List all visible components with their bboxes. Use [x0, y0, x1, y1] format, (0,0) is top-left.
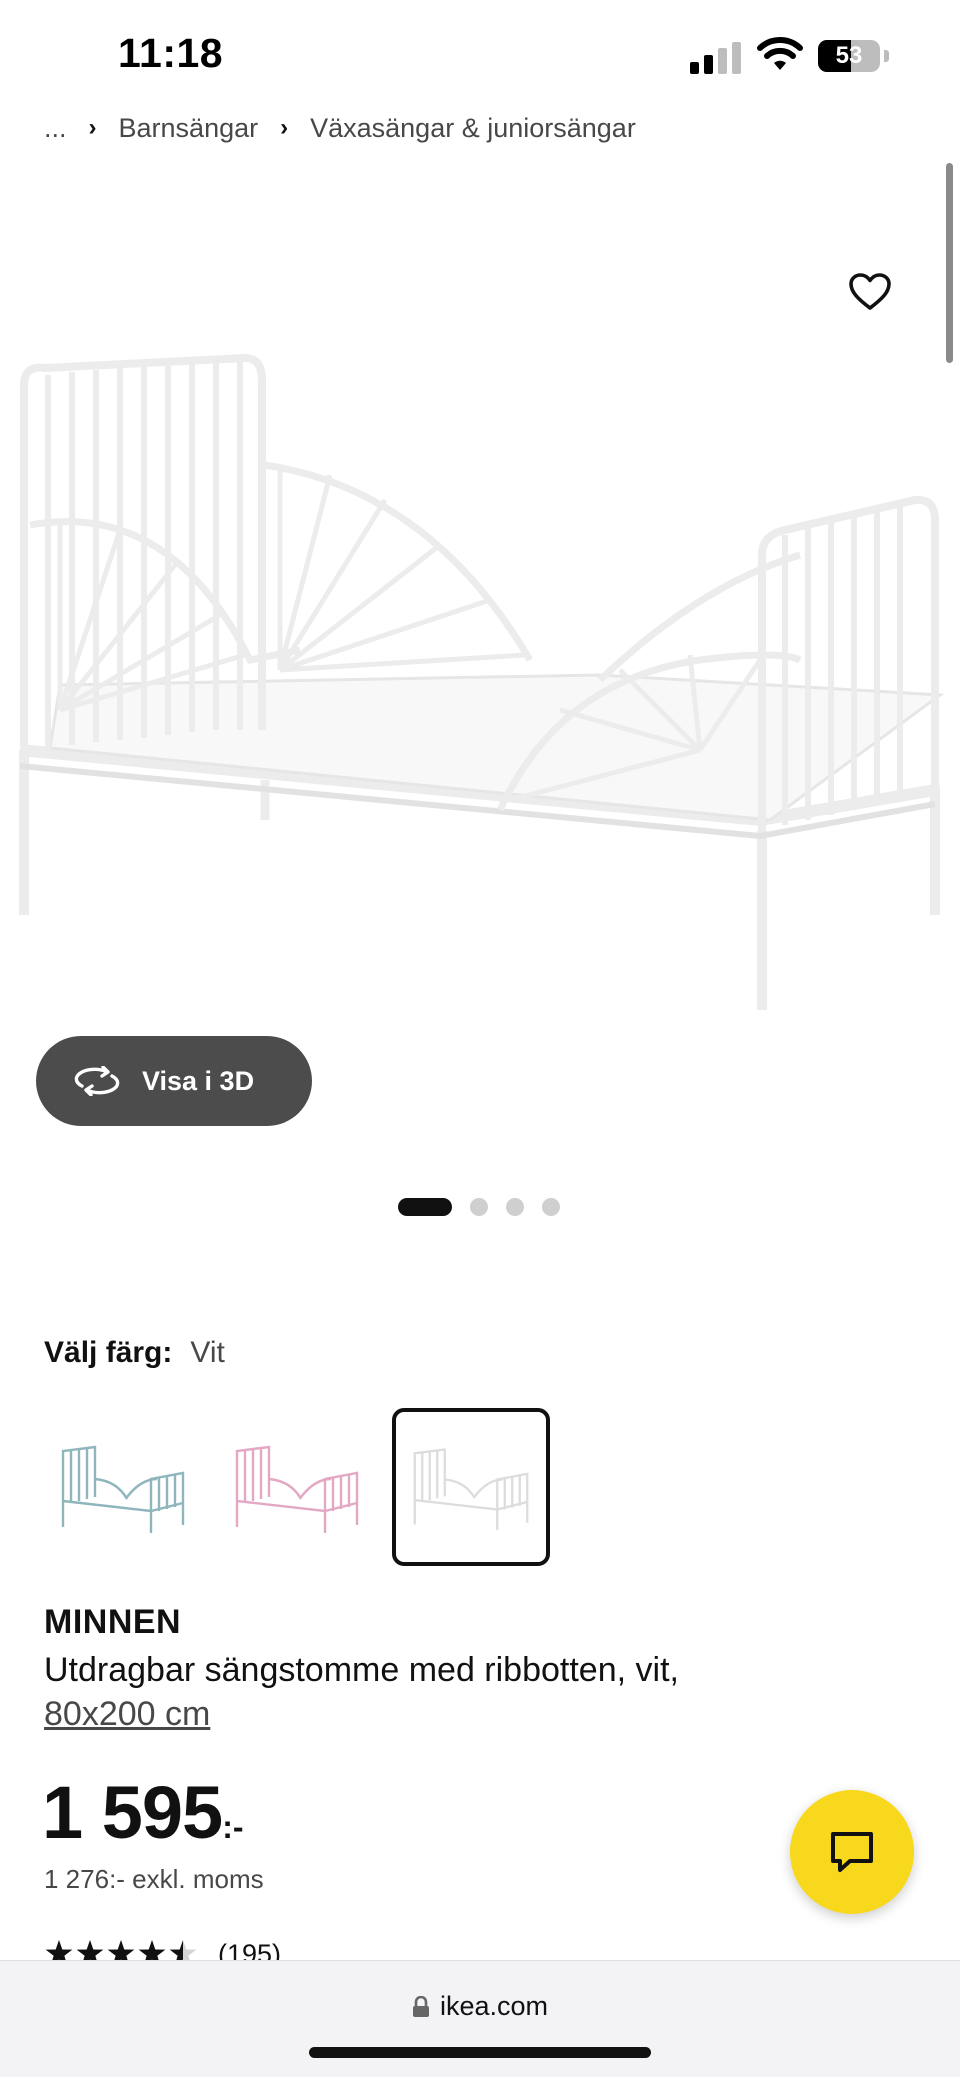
view-3d-button[interactable]: Visa i 3D: [36, 1036, 312, 1126]
carousel-dot-3[interactable]: [506, 1198, 524, 1216]
carousel-dot-1[interactable]: [398, 1198, 452, 1216]
breadcrumb: ... › Barnsängar › Växasängar & juniorsä…: [44, 108, 636, 148]
url-text: ikea.com: [439, 1991, 549, 2021]
status-bar: 11:18 53: [0, 0, 960, 110]
color-swatches: [44, 1408, 566, 1566]
chat-button[interactable]: [790, 1790, 914, 1914]
color-selected-value: Vit: [190, 1336, 225, 1369]
chevron-right-icon: ›: [88, 114, 97, 141]
favorite-button[interactable]: [840, 262, 900, 322]
product-description: Utdragbar sängstomme med ribbotten, vit,…: [44, 1648, 804, 1736]
product-size-link[interactable]: 80x200 cm: [44, 1695, 210, 1733]
cellular-signal-icon: [690, 42, 742, 74]
bed-thumbnail-pink: [235, 1445, 359, 1533]
carousel-dot-4[interactable]: [542, 1198, 560, 1216]
product-name: MINNEN: [44, 1603, 182, 1641]
breadcrumb-item-vaxasangar[interactable]: Växasängar & juniorsängar: [310, 113, 636, 144]
product-image[interactable]: [0, 330, 960, 1030]
product-price: 1 595 :-: [42, 1770, 244, 1855]
carousel-dot-2[interactable]: [470, 1198, 488, 1216]
price-suffix: :-: [222, 1809, 244, 1845]
bed-thumbnail-white: [413, 1448, 529, 1531]
bed-thumbnail-turquoise: [61, 1445, 185, 1533]
color-picker-header: Välj färg: Vit: [44, 1336, 225, 1370]
battery-level: 53: [835, 42, 863, 69]
battery-icon: 53: [818, 40, 889, 72]
wifi-icon: [757, 37, 803, 70]
chat-bubble-icon: [831, 1832, 873, 1872]
color-swatch-white[interactable]: [392, 1408, 550, 1566]
color-swatch-pink[interactable]: [218, 1408, 376, 1566]
price-excl-vat: 1 276:- exkl. moms: [44, 1864, 264, 1894]
browser-url-bar[interactable]: ikea.com: [0, 1960, 960, 2077]
price-amount: 1 595: [42, 1771, 223, 1854]
rotate-3d-icon: [74, 1066, 120, 1096]
breadcrumb-item-more[interactable]: ...: [44, 113, 67, 144]
heart-icon: [849, 273, 891, 310]
chevron-right-icon: ›: [280, 114, 289, 141]
lock-icon: [412, 1995, 429, 2017]
color-label: Välj färg:: [44, 1336, 173, 1369]
color-swatch-turquoise[interactable]: [44, 1408, 202, 1566]
product-description-text: Utdragbar sängstomme med ribbotten, vit,: [44, 1651, 679, 1689]
home-indicator: [309, 2047, 651, 2058]
view-3d-label: Visa i 3D: [142, 1065, 255, 1096]
status-time: 11:18: [118, 30, 224, 76]
breadcrumb-item-barnsangar[interactable]: Barnsängar: [119, 113, 259, 144]
image-carousel-dots: [398, 1197, 578, 1217]
